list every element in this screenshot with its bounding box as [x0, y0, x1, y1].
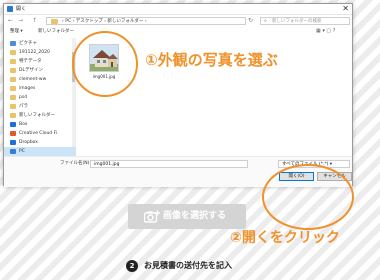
box-icon	[10, 122, 16, 127]
step-number-badge: 2	[126, 260, 138, 272]
sidebar-item-label: パラ	[19, 104, 28, 109]
sidebar-item-label: Creative Cloud Fi	[19, 131, 58, 136]
address-bar[interactable]: › PC › デスクトップ › 新しいフォルダー ›	[46, 17, 246, 25]
close-icon[interactable]: ✕	[342, 4, 349, 14]
sidebar-item[interactable]: images	[4, 84, 76, 93]
folder-icon	[10, 50, 16, 55]
breadcrumb[interactable]: › PC › デスクトップ › 新しいフォルダー ›	[62, 18, 147, 25]
filename-value: img001.jpg	[94, 162, 120, 167]
filename-label: ファイル名(N):	[60, 161, 91, 166]
folder-icon	[51, 19, 58, 24]
open-button-highlight-circle	[262, 164, 354, 230]
sidebar-item[interactable]: 191122_2020	[4, 48, 76, 57]
navigation-pane: ピクチャ 191122_2020 特テデータ DLデザイン clement-ww imag…	[4, 38, 76, 156]
sidebar-item[interactable]: 特テデータ	[4, 57, 76, 66]
select-image-button[interactable]: 画像を選択する	[128, 204, 246, 229]
sidebar-item[interactable]: clement-ww	[4, 75, 76, 84]
folder-icon	[10, 86, 16, 91]
sidebar-item[interactable]: パラ	[4, 102, 76, 111]
pictures-icon	[10, 41, 16, 46]
file-open-dialog: 開く ✕ ← → ↑ › PC › デスクトップ › 新しいフォルダー › ↻ …	[3, 3, 353, 187]
folder-icon	[10, 77, 16, 82]
sidebar-item-label: ピクチャ	[19, 41, 37, 46]
back-arrow-icon[interactable]: ←	[8, 17, 13, 25]
select-photo-callout: ①外観の写真を選ぶ	[145, 51, 278, 69]
select-image-label: 画像を選択する	[163, 211, 227, 221]
view-controls[interactable]: ▦ ▾ ▢ ?	[316, 28, 335, 35]
sidebar-item[interactable]: PC	[4, 147, 76, 156]
sidebar-item-label: 191122_2020	[19, 50, 50, 55]
folder-icon	[10, 68, 16, 73]
sidebar-item-label: images	[19, 86, 36, 91]
creative-cloud-icon	[10, 131, 16, 136]
app-icon	[7, 6, 13, 12]
pc-icon	[10, 149, 16, 154]
forward-arrow-icon[interactable]: →	[18, 17, 23, 25]
sidebar-item-label: clement-ww	[19, 77, 47, 82]
organize-button[interactable]: 整理 ▾	[10, 28, 23, 35]
folder-icon	[10, 104, 16, 109]
sidebar-item[interactable]: Creative Cloud Fi	[4, 129, 76, 138]
sidebar-item-label: 特テデータ	[19, 59, 42, 64]
sidebar-item[interactable]: Box	[4, 120, 76, 129]
new-folder-button[interactable]: 新しいフォルダー	[38, 28, 74, 35]
refresh-icon[interactable]: ↻	[248, 17, 253, 25]
step-title: お見積書の送付先を記入	[144, 261, 232, 270]
search-placeholder: 新しいフォルダーの検索	[272, 19, 322, 24]
sidebar-item[interactable]: DLデザイン	[4, 66, 76, 75]
filename-input[interactable]: img001.jpg	[90, 160, 248, 168]
sidebar-item[interactable]: ピクチャ	[4, 39, 76, 48]
sidebar-item-label: Dropbox	[19, 140, 38, 145]
sidebar-item-label: PC	[19, 149, 25, 154]
sidebar-item[interactable]: 新しいフォルダー	[4, 111, 76, 120]
sidebar-item[interactable]: Dropbox	[4, 138, 76, 147]
folder-icon	[10, 95, 16, 100]
camera-plus-icon	[143, 209, 160, 228]
folder-icon	[10, 59, 16, 64]
click-open-callout: ②開くをクリック	[230, 230, 340, 246]
dialog-title: 開く	[16, 6, 27, 12]
folder-icon	[10, 113, 16, 118]
sidebar-item-label: Box	[19, 122, 28, 127]
sidebar-item-label: psd	[19, 95, 28, 100]
sidebar-item-label: 新しいフォルダー	[19, 113, 55, 118]
sidebar-item[interactable]: psd	[4, 93, 76, 102]
search-input[interactable]: ⌕ 新しいフォルダーの検索	[260, 17, 350, 25]
search-icon: ⌕	[264, 18, 267, 24]
dropbox-icon	[10, 140, 16, 145]
dialog-titlebar: 開く ✕	[4, 4, 352, 15]
up-arrow-icon[interactable]: ↑	[32, 17, 37, 25]
photo-highlight-circle	[72, 31, 138, 97]
sidebar-item-label: DLデザイン	[19, 68, 43, 73]
address-row: ← → ↑ › PC › デスクトップ › 新しいフォルダー › ↻ ⌕ 新しい…	[4, 15, 352, 27]
command-bar: 整理 ▾ 新しいフォルダー ▦ ▾ ▢ ?	[4, 27, 352, 37]
